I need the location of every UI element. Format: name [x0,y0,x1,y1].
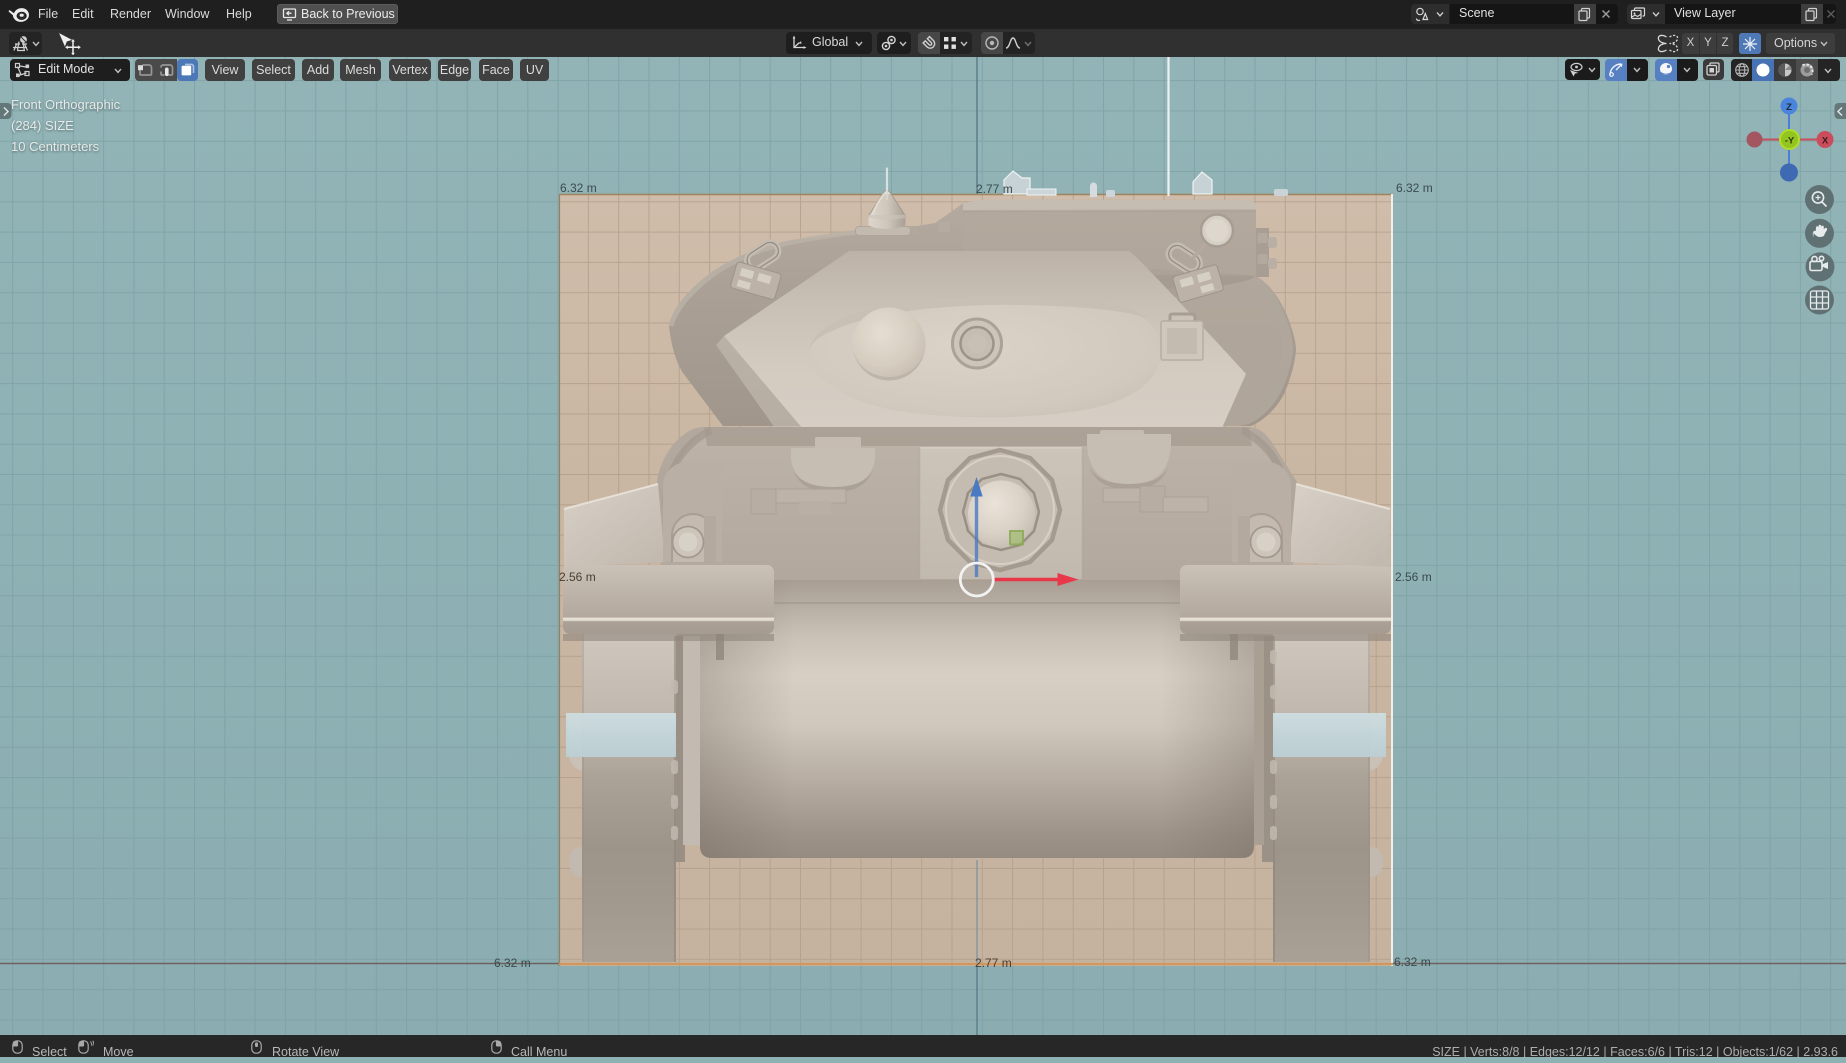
svg-text:2.56 m: 2.56 m [559,570,596,584]
svg-text:2.77 m: 2.77 m [976,182,1013,196]
svg-text:6.32 m: 6.32 m [494,956,531,970]
svg-text:2.56 m: 2.56 m [1395,570,1432,584]
svg-text:6.32 m: 6.32 m [560,181,597,195]
svg-text:2.77 m: 2.77 m [975,956,1012,970]
svg-text:X: X [1822,136,1829,147]
svg-text:6.32 m: 6.32 m [1394,955,1431,969]
svg-text:6.32 m: 6.32 m [1396,181,1433,195]
svg-text:-Y: -Y [1785,136,1795,147]
svg-text:Z: Z [1786,102,1792,113]
